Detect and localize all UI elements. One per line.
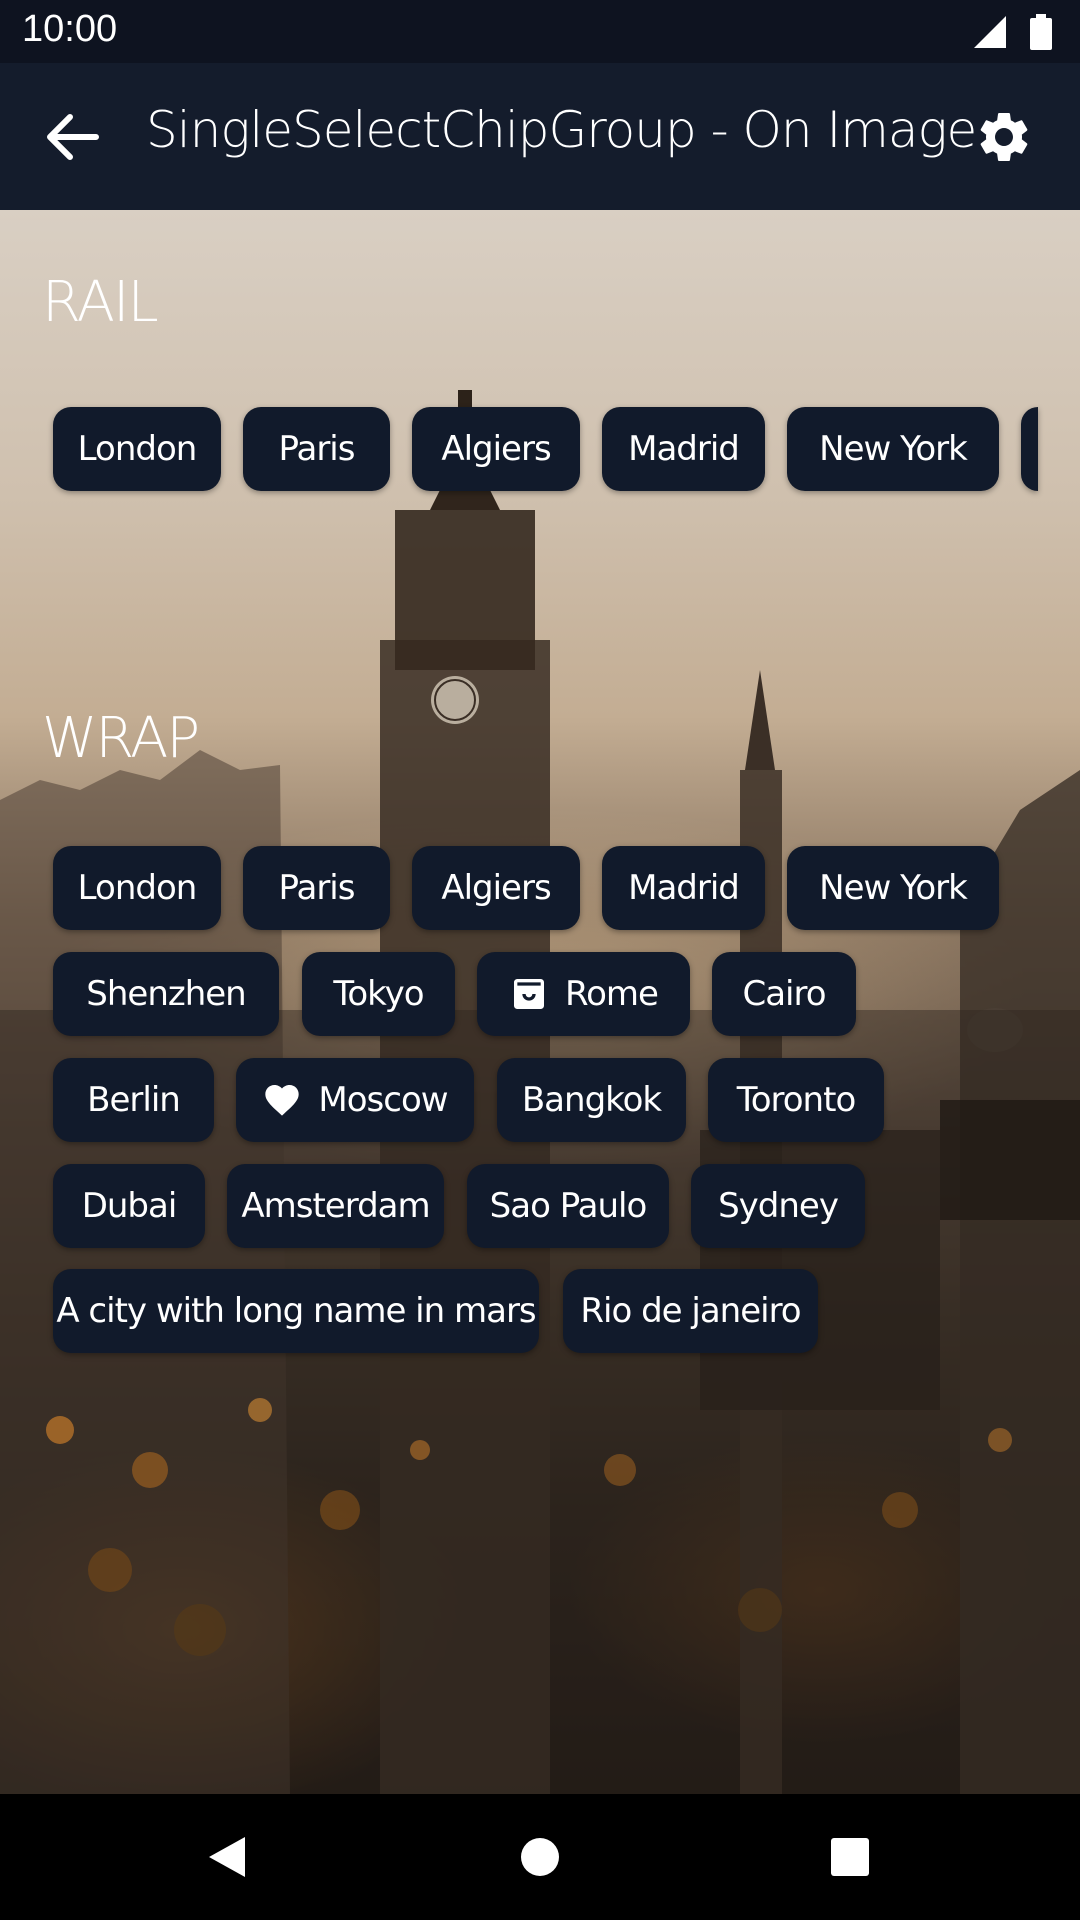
wrap-section-title: WRAP (42, 706, 200, 771)
page-title: SingleSelectChipGroup - On Image (146, 101, 977, 159)
status-time: 10:00 (22, 8, 118, 50)
nav-recents-button[interactable] (820, 1827, 880, 1887)
settings-button[interactable] (974, 107, 1034, 167)
wrap-chip-rome-label: Rome (565, 974, 659, 1014)
wrap-chip-madrid[interactable]: Madrid (602, 846, 765, 930)
shopping-bag-icon (514, 979, 545, 1009)
arrow-back-icon (47, 114, 99, 160)
wrap-chip-rome[interactable]: Rome (477, 952, 690, 1036)
back-button[interactable] (42, 109, 102, 165)
wrap-chip-sao-paulo[interactable]: Sao Paulo (467, 1164, 669, 1248)
background-image: RAIL London Paris Algiers Madrid New Yor… (0, 210, 1080, 1794)
wrap-chip-london[interactable]: London (53, 846, 221, 930)
wrap-chip-moscow-label: Moscow (318, 1080, 448, 1120)
navigation-bar (0, 1794, 1080, 1920)
wrap-chip-long-name[interactable]: A city with long name in mars (53, 1269, 539, 1353)
nav-back-button[interactable] (195, 1827, 255, 1887)
square-recents-icon (831, 1838, 869, 1876)
rail-chip-partial[interactable] (1021, 407, 1038, 491)
wrap-chip-dubai[interactable]: Dubai (53, 1164, 205, 1248)
heart-icon (265, 1085, 300, 1116)
nav-home-button[interactable] (510, 1827, 570, 1887)
wrap-chip-sydney[interactable]: Sydney (691, 1164, 865, 1248)
gear-icon (980, 113, 1028, 161)
rail-chip-london[interactable]: London (53, 407, 221, 491)
wrap-chip-algiers[interactable]: Algiers (412, 846, 580, 930)
wrap-chip-toronto[interactable]: Toronto (708, 1058, 884, 1142)
triangle-back-icon (209, 1837, 245, 1877)
wrap-chip-bangkok[interactable]: Bangkok (497, 1058, 686, 1142)
battery-icon (1030, 14, 1052, 50)
wrap-chip-amsterdam[interactable]: Amsterdam (227, 1164, 444, 1248)
rail-chip-new-york[interactable]: New York (787, 407, 999, 491)
wrap-chip-cairo[interactable]: Cairo (712, 952, 856, 1036)
wrap-chip-paris[interactable]: Paris (243, 846, 390, 930)
app-bar: SingleSelectChipGroup - On Image (0, 63, 1080, 210)
rail-chip-algiers[interactable]: Algiers (412, 407, 580, 491)
rail-chip-madrid[interactable]: Madrid (602, 407, 765, 491)
status-bar: 10:00 (0, 0, 1080, 63)
wrap-chip-shenzhen[interactable]: Shenzhen (53, 952, 279, 1036)
wrap-chip-berlin[interactable]: Berlin (53, 1058, 214, 1142)
wrap-chip-new-york[interactable]: New York (787, 846, 999, 930)
wrap-chip-moscow[interactable]: Moscow (236, 1058, 474, 1142)
rail-chip-paris[interactable]: Paris (243, 407, 390, 491)
cellular-signal-icon (974, 16, 1006, 48)
wrap-chip-tokyo[interactable]: Tokyo (302, 952, 455, 1036)
circle-home-icon (521, 1838, 559, 1876)
wrap-chip-rio-de-janeiro[interactable]: Rio de janeiro (563, 1269, 818, 1353)
rail-section-title: RAIL (42, 270, 159, 335)
